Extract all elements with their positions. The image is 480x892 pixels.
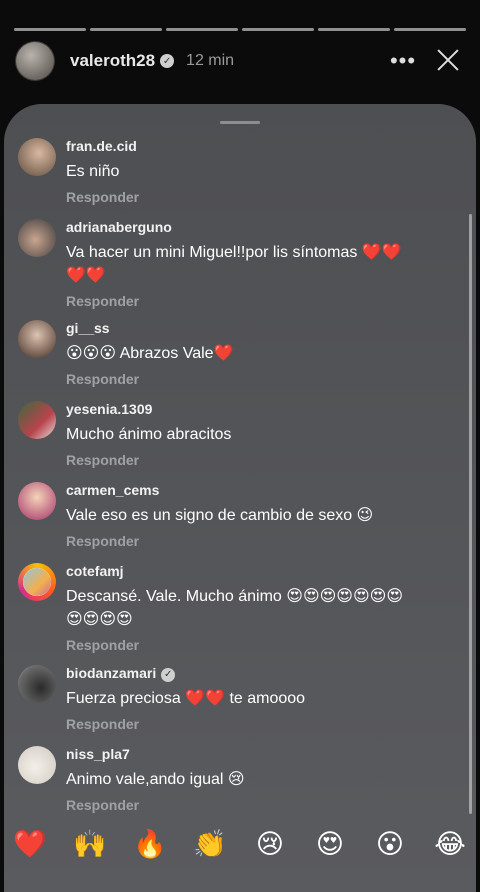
comments-sheet: fran.de.cid Es niño Responder adrianaber… xyxy=(4,104,476,892)
reply-button[interactable]: Responder xyxy=(66,533,446,549)
quick-reactions-bar: ❤️ 🙌 🔥 👏 😢 😍 😮 😂 xyxy=(0,824,480,864)
reply-button[interactable]: Responder xyxy=(66,189,446,205)
comment-username[interactable]: cotefamj xyxy=(66,563,446,581)
avatar[interactable] xyxy=(18,401,56,439)
sheet-drag-handle[interactable] xyxy=(220,121,260,124)
comment-text: Animo vale,ando igual 😢 xyxy=(66,771,245,788)
reply-button[interactable]: Responder xyxy=(66,371,446,387)
avatar[interactable] xyxy=(18,219,56,257)
reply-button[interactable]: Responder xyxy=(66,637,446,653)
comment-text: Vale eso es un signo de cambio de sexo 😉 xyxy=(66,507,374,524)
verified-badge-icon: ✓ xyxy=(161,667,176,682)
comment-text: Mucho ánimo abracitos xyxy=(66,426,232,443)
avatar[interactable] xyxy=(18,665,56,703)
verified-badge-icon: ✓ xyxy=(160,54,175,68)
avatar-with-story-ring[interactable] xyxy=(18,563,56,601)
comment-username[interactable]: niss_pla7 xyxy=(66,746,446,764)
reaction-laughing[interactable]: 😂 xyxy=(426,829,474,860)
reply-button[interactable]: Responder xyxy=(66,293,446,309)
comment-username[interactable]: yesenia.1309 xyxy=(66,401,446,419)
reply-button[interactable]: Responder xyxy=(66,716,446,732)
story-progress-bar xyxy=(14,28,466,31)
story-header: valeroth28 ✓ 12 min ••• xyxy=(16,40,468,82)
comment-username[interactable]: carmen_cems xyxy=(66,482,446,500)
reaction-fire[interactable]: 🔥 xyxy=(126,828,174,860)
comment-username-text[interactable]: biodanzamari xyxy=(66,665,156,681)
comment-username[interactable]: gi__ss xyxy=(66,320,446,338)
comment-username[interactable]: fran.de.cid xyxy=(66,138,446,156)
reaction-surprised[interactable]: 😮 xyxy=(366,829,414,860)
reaction-crying[interactable]: 😢 xyxy=(246,829,294,860)
comment-text: Es niño xyxy=(66,163,120,180)
story-username[interactable]: valeroth28 xyxy=(70,51,155,71)
comment-text: Va hacer un mini Miguel!!por lis síntoma… xyxy=(66,244,402,284)
comment-username[interactable]: adrianaberguno xyxy=(66,219,446,237)
reaction-raising-hands[interactable]: 🙌 xyxy=(66,828,114,860)
comment-username[interactable]: biodanzamari ✓ xyxy=(66,665,446,683)
scrollbar[interactable] xyxy=(469,214,472,814)
avatar[interactable] xyxy=(18,320,56,358)
reply-button[interactable]: Responder xyxy=(66,452,446,468)
reaction-clapping[interactable]: 👏 xyxy=(186,828,234,860)
avatar[interactable] xyxy=(16,42,54,80)
avatar[interactable] xyxy=(18,482,56,520)
avatar[interactable] xyxy=(18,746,56,784)
story-time: 12 min xyxy=(186,52,235,69)
avatar[interactable] xyxy=(18,138,56,176)
reaction-heart-eyes[interactable]: 😍 xyxy=(306,829,354,860)
reaction-heart[interactable]: ❤️ xyxy=(6,828,54,860)
comment-text: Descansé. Vale. Mucho ánimo 😍😍😍😍😍😍😍😍😍😍😍 xyxy=(66,588,404,628)
reply-button[interactable]: Responder xyxy=(66,797,446,813)
comment-text: Fuerza preciosa ❤️❤️ te amoooo xyxy=(66,690,306,707)
close-icon[interactable] xyxy=(428,41,468,81)
comment-text: 😮😮😮 Abrazos Vale❤️ xyxy=(66,345,234,362)
more-options-icon[interactable]: ••• xyxy=(386,48,420,74)
